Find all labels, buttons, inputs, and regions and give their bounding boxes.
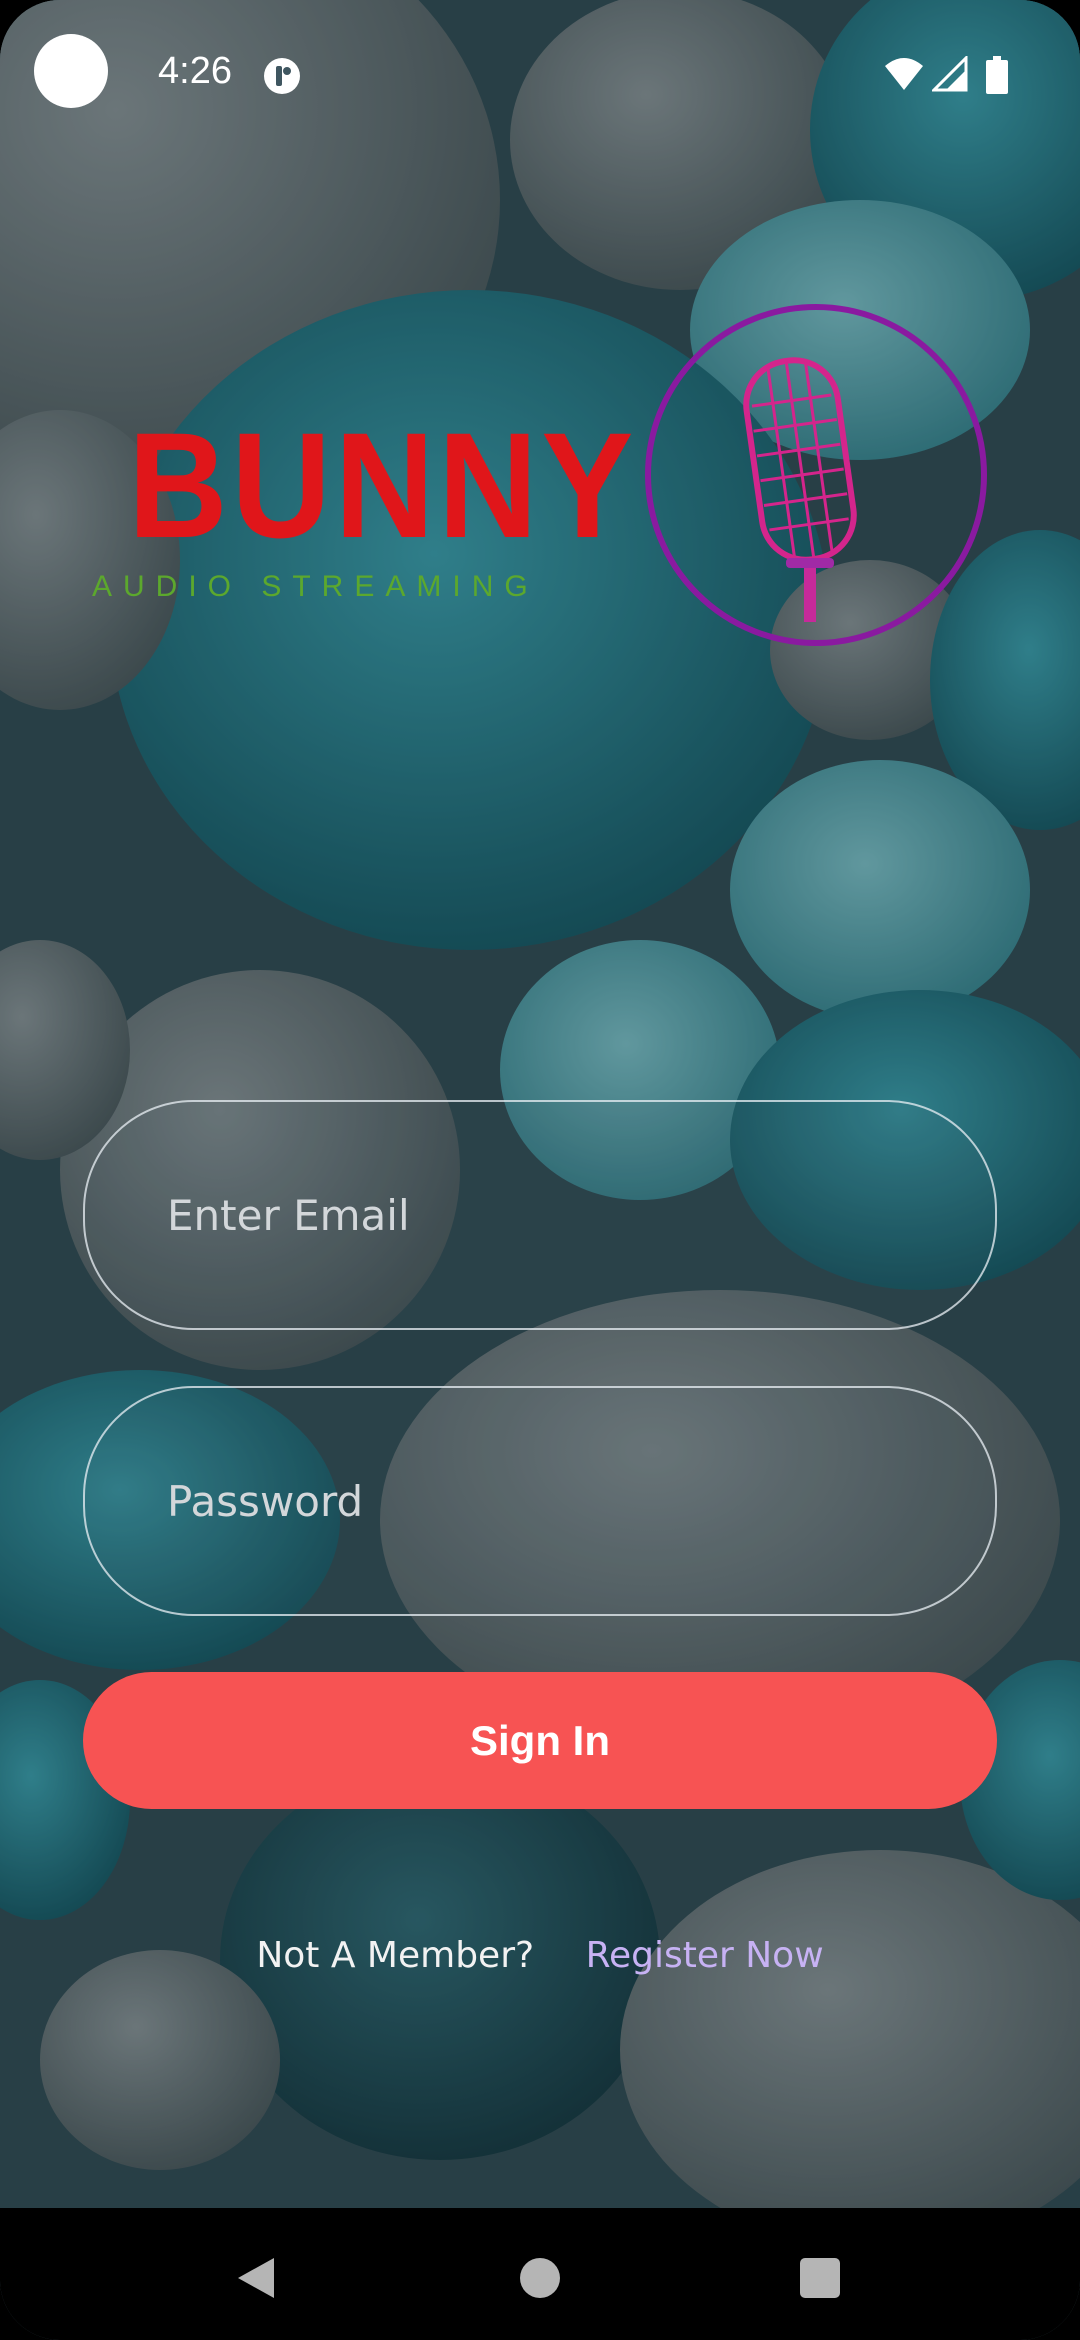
battery-icon <box>986 56 1008 94</box>
back-icon[interactable] <box>236 2256 276 2300</box>
brand-tagline: AUDIO STREAMING <box>92 570 539 603</box>
register-prompt: Not A Member? <box>256 1935 535 1976</box>
microphone-icon <box>645 304 987 646</box>
email-input[interactable] <box>85 1102 995 1328</box>
status-time: 4:26 <box>158 50 232 92</box>
app-logo: BUNNY AUDIO STREAMING <box>88 300 1008 660</box>
email-field[interactable] <box>83 1100 997 1330</box>
status-bar: 4:26 <box>0 0 1080 150</box>
password-field[interactable] <box>83 1386 997 1616</box>
wifi-icon <box>885 58 923 90</box>
register-row: Not A Member? Register Now <box>0 1935 1080 1976</box>
brand-name: BUNNY <box>128 401 638 569</box>
home-icon[interactable] <box>520 2258 560 2298</box>
notification-icon <box>264 58 300 94</box>
camera-dot-icon <box>34 34 108 108</box>
navigation-bar <box>0 2208 1080 2340</box>
password-input[interactable] <box>85 1388 995 1614</box>
recents-icon[interactable] <box>800 2258 840 2298</box>
signal-icon <box>932 56 968 92</box>
sign-in-button[interactable]: Sign In <box>83 1672 997 1809</box>
register-now-link[interactable]: Register Now <box>586 1935 824 1976</box>
login-screen: 4:26 BUNNY AUDIO STREAMING Enter Email S… <box>0 0 1080 2340</box>
